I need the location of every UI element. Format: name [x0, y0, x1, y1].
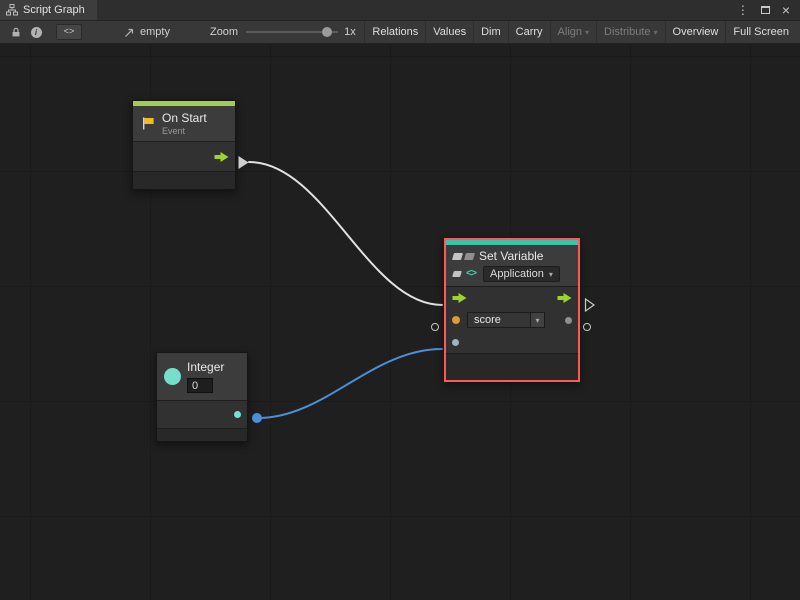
selection-icon	[124, 27, 135, 38]
toolbar-button-align[interactable]: Align▾	[550, 21, 596, 43]
node-set-variable[interactable]: Set Variable <> Application ▾	[444, 238, 580, 382]
graph-source-button[interactable]: <>	[56, 24, 82, 40]
maximize-button[interactable]	[761, 4, 770, 16]
node-footer	[446, 353, 578, 380]
node-title: Set Variable	[479, 249, 543, 263]
tab-label: Script Graph	[23, 4, 85, 16]
toolbar-button-distribute[interactable]: Distribute▾	[596, 21, 664, 43]
toolbar-button-overview[interactable]: Overview	[665, 21, 726, 43]
wire-flow[interactable]	[249, 162, 442, 305]
input-value-port[interactable]	[452, 339, 459, 346]
close-button[interactable]: ×	[782, 3, 790, 17]
graph-canvas[interactable]: On Start Event Set Variable	[0, 44, 800, 600]
zoom-slider-knob[interactable]	[322, 27, 332, 37]
node-body	[133, 141, 235, 171]
titlebar-controls: ⋮ ×	[737, 0, 800, 20]
integer-value-input[interactable]: 0	[187, 378, 213, 393]
integer-output-port[interactable]	[234, 411, 241, 418]
wire-value[interactable]	[258, 349, 442, 418]
node-body	[157, 400, 247, 428]
graph-icon	[6, 4, 18, 16]
window-menu-button[interactable]: ⋮	[737, 4, 749, 16]
combo-arrow-button[interactable]: ▾	[530, 313, 544, 327]
info-icon: i	[31, 27, 42, 38]
zoom-value: 1x	[344, 26, 356, 38]
variables-icon	[452, 253, 463, 260]
node-integer[interactable]: Integer 0	[156, 352, 248, 442]
lock-icon	[10, 26, 22, 38]
value-wire-endpoint[interactable]	[252, 413, 262, 423]
node-body: score ▾	[446, 286, 578, 353]
flow-input-port[interactable]	[452, 293, 467, 303]
maximize-icon	[761, 6, 770, 14]
toolbar-buttons: Relations Values Dim Carry Align▾ Distri…	[364, 21, 796, 43]
titlebar: Script Graph ⋮ ×	[0, 0, 800, 21]
flow-connector-arrow[interactable]	[237, 154, 250, 171]
toolbar-button-relations[interactable]: Relations	[364, 21, 425, 43]
chevron-down-icon: ▾	[535, 316, 539, 325]
variable-name-port[interactable]	[452, 316, 460, 324]
node-title: Integer	[187, 360, 224, 374]
tab-script-graph[interactable]: Script Graph	[0, 0, 97, 20]
chevron-down-icon: ▾	[549, 270, 553, 279]
node-footer	[133, 171, 235, 189]
unconnected-port-right[interactable]	[583, 323, 591, 331]
chevron-down-icon: ▾	[585, 28, 589, 37]
wire-layer	[0, 44, 800, 600]
variable-scope-dropdown[interactable]: Application ▾	[483, 266, 560, 282]
code-brackets-icon: <>	[466, 269, 476, 280]
flag-icon	[140, 116, 156, 131]
chevron-down-icon: ▾	[654, 28, 658, 37]
node-header: Set Variable <> Application ▾	[446, 245, 578, 286]
node-header: Integer 0	[157, 353, 247, 400]
variable-name-dropdown[interactable]: score ▾	[467, 312, 545, 328]
variables-icon	[464, 253, 475, 260]
selection-label: empty	[140, 26, 170, 38]
toolbar-button-carry[interactable]: Carry	[508, 21, 550, 43]
flow-output-port[interactable]	[557, 293, 572, 303]
zoom-slider[interactable]	[246, 25, 338, 39]
toolbar-button-fullscreen[interactable]: Full Screen	[725, 21, 796, 43]
node-footer	[157, 428, 247, 441]
toolbar: i <> empty Zoom 1x Relations Values Dim …	[0, 21, 800, 44]
node-title: On Start	[162, 111, 207, 125]
unconnected-port-left[interactable]	[431, 323, 439, 331]
selection-indicator: empty	[124, 26, 170, 38]
node-on-start[interactable]: On Start Event	[132, 100, 236, 190]
flow-output-port[interactable]	[214, 152, 229, 162]
output-value-port[interactable]	[565, 317, 572, 324]
lock-button[interactable]	[6, 23, 26, 41]
info-button[interactable]: i	[26, 23, 46, 41]
flow-output-connector[interactable]	[584, 297, 596, 313]
variable-name-value: score	[468, 313, 530, 327]
variable-scope-value: Application	[490, 268, 544, 280]
node-header: On Start Event	[133, 106, 235, 141]
zoom-label: Zoom	[210, 26, 238, 38]
scope-icon	[452, 271, 462, 277]
integer-type-icon	[164, 368, 181, 385]
toolbar-button-dim[interactable]: Dim	[473, 21, 508, 43]
toolbar-button-values[interactable]: Values	[425, 21, 473, 43]
node-subtitle: Event	[162, 126, 207, 136]
script-graph-window: Script Graph ⋮ × i <> empty Zoom	[0, 0, 800, 600]
